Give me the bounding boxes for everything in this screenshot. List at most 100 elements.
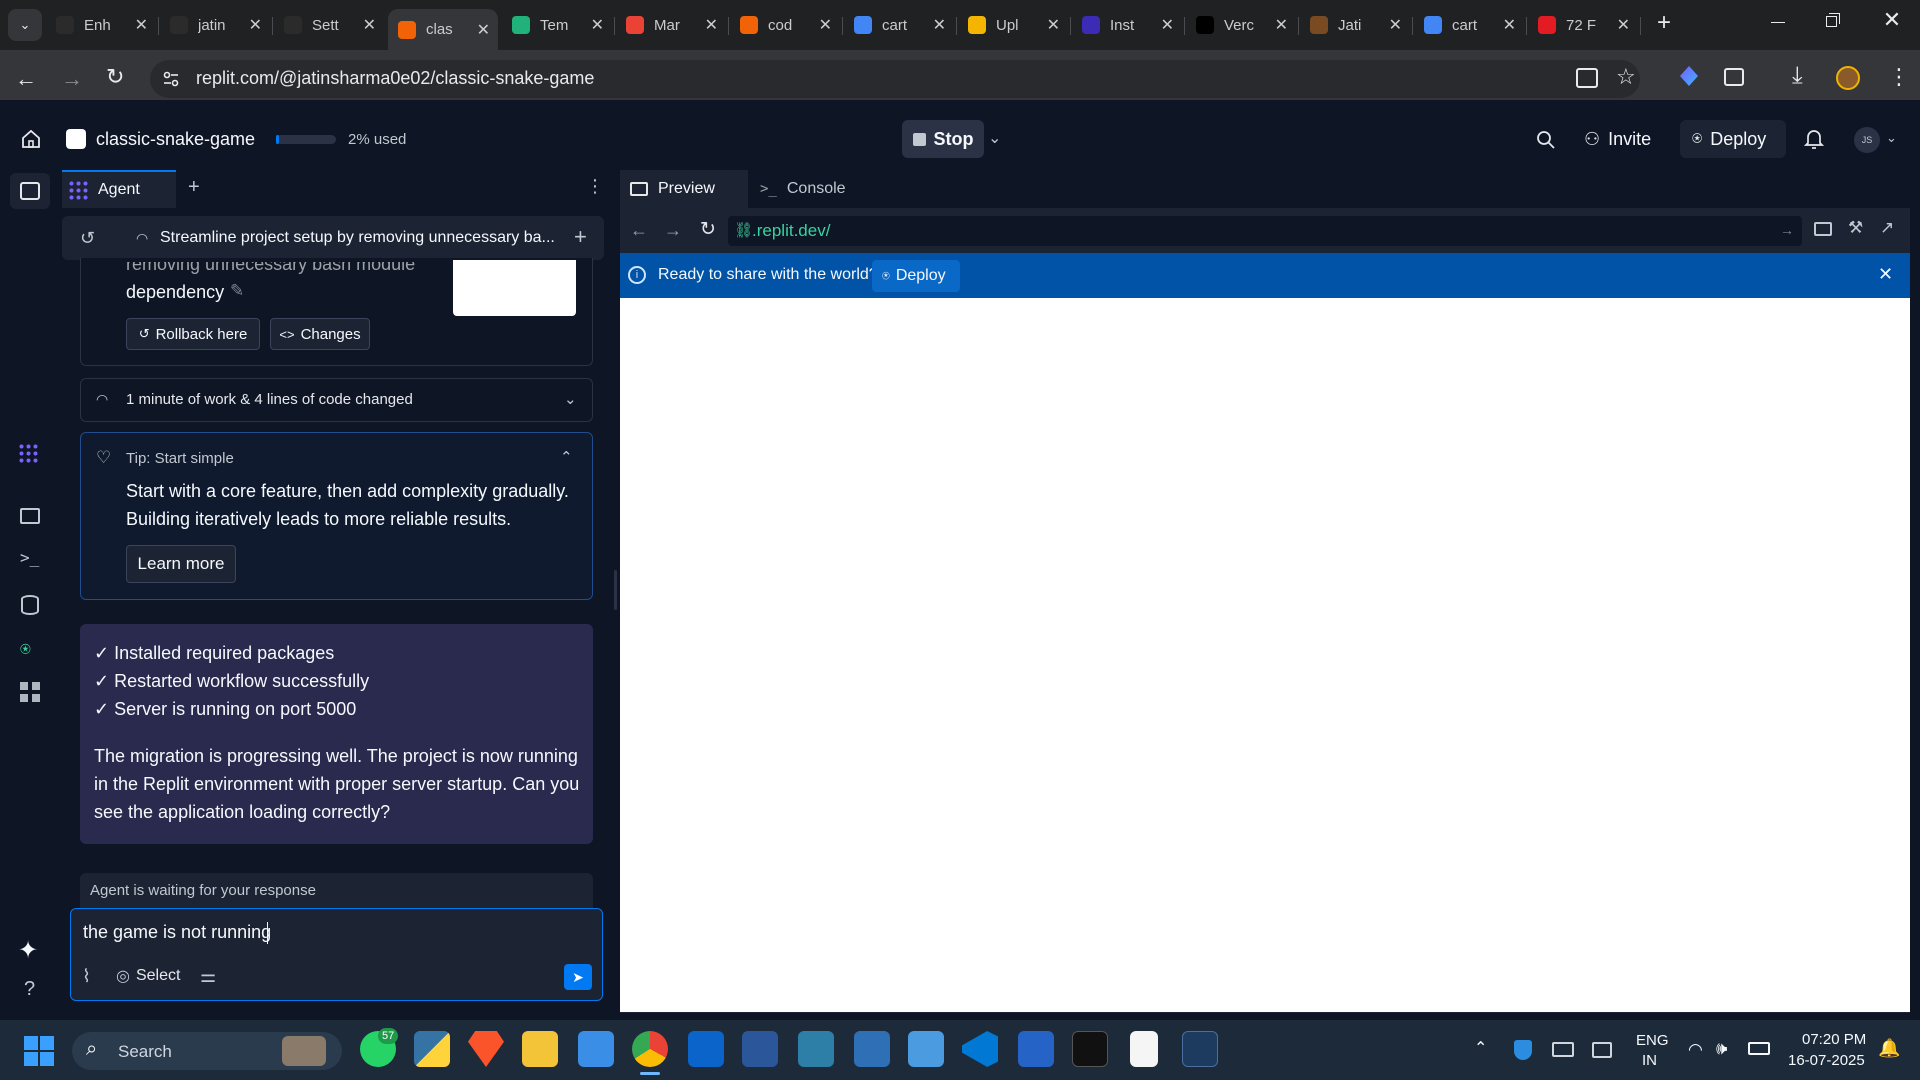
learn-more-button[interactable]: Learn more xyxy=(126,545,236,583)
project-name[interactable]: classic-snake-game xyxy=(96,129,255,150)
mysql-icon[interactable] xyxy=(1182,1031,1218,1067)
close-tab-icon[interactable]: ✕ xyxy=(1389,15,1402,35)
minimize-button[interactable] xyxy=(1766,10,1790,34)
browser-tab[interactable]: cart ✕ xyxy=(1414,9,1524,41)
pane-resize-handle[interactable] xyxy=(614,570,617,610)
new-tab-button[interactable]: + xyxy=(1652,11,1676,36)
close-tab-icon[interactable]: ✕ xyxy=(1617,15,1630,35)
language-line-2[interactable]: IN xyxy=(1642,1052,1657,1069)
close-tab-icon[interactable]: ✕ xyxy=(135,15,148,35)
close-window-button[interactable]: ✕ xyxy=(1880,8,1904,32)
browser-tab[interactable]: clas ✕ xyxy=(388,9,498,50)
changes-button[interactable]: <> Changes xyxy=(270,318,370,350)
touchpad-icon[interactable] xyxy=(1592,1042,1612,1058)
devices-icon[interactable] xyxy=(1814,222,1832,236)
preview-webview[interactable] xyxy=(620,298,1910,1012)
new-tab-plus-icon[interactable]: + xyxy=(188,176,200,199)
snipping-tool-icon[interactable] xyxy=(908,1031,944,1067)
deployments-rail-icon[interactable]: ⍟ xyxy=(20,639,31,660)
close-tab-icon[interactable]: ✕ xyxy=(1503,15,1516,35)
apps-grid-rail-icon[interactable] xyxy=(20,682,40,702)
back-icon[interactable]: ← xyxy=(15,66,37,92)
rollback-button[interactable]: ↺ Rollback here xyxy=(126,318,260,350)
shell-rail-icon[interactable]: >_ xyxy=(20,548,39,567)
restore-button[interactable] xyxy=(1822,12,1842,32)
attach-paperclip-icon[interactable]: ⌇ xyxy=(82,966,91,987)
windows-start-icon[interactable] xyxy=(24,1036,54,1066)
close-tab-icon[interactable]: ✕ xyxy=(933,15,946,35)
agent-rail-icon[interactable] xyxy=(18,443,40,465)
downloads-icon[interactable]: ⤓ xyxy=(1792,62,1803,90)
preview-forward-icon[interactable]: → xyxy=(664,220,682,241)
blank-file-icon[interactable] xyxy=(1130,1031,1158,1067)
tab-console[interactable]: >_ Console xyxy=(748,170,880,208)
tab-preview[interactable]: Preview xyxy=(620,170,746,208)
close-tab-icon[interactable]: ✕ xyxy=(705,15,718,35)
sidebar-toggle-icon[interactable] xyxy=(20,182,40,200)
close-tab-icon[interactable]: ✕ xyxy=(819,15,832,35)
keyboard-icon[interactable] xyxy=(1552,1042,1574,1057)
browser-tab[interactable]: jatin ✕ xyxy=(160,9,270,41)
help-icon[interactable]: ? xyxy=(24,978,35,1001)
notifications-bell-icon[interactable] xyxy=(1804,128,1824,150)
select-element-button[interactable]: ◎ Select xyxy=(116,966,180,986)
agent-tab[interactable]: Agent xyxy=(62,170,176,208)
browser-tab[interactable]: Mar ✕ xyxy=(616,9,726,41)
profile-avatar[interactable] xyxy=(1836,66,1860,90)
chrome-menu-icon[interactable]: ⋮ xyxy=(1888,64,1910,90)
browser-tab[interactable]: Upl ✕ xyxy=(958,9,1068,41)
tray-overflow-chevron-icon[interactable]: ⌃ xyxy=(1474,1038,1487,1058)
banner-close-icon[interactable]: ✕ xyxy=(1878,264,1893,285)
close-tab-icon[interactable]: ✕ xyxy=(249,15,262,35)
word-icon[interactable] xyxy=(742,1031,778,1067)
send-button[interactable]: ➤ xyxy=(564,964,592,990)
run-options-chevron-icon[interactable]: ⌄ xyxy=(988,128,1001,148)
home-icon[interactable] xyxy=(20,128,42,150)
mobile-connect-icon[interactable] xyxy=(798,1031,834,1067)
close-tab-icon[interactable]: ✕ xyxy=(1161,15,1174,35)
terminal-app-icon[interactable] xyxy=(1072,1031,1108,1067)
close-tab-icon[interactable]: ✕ xyxy=(591,15,604,35)
python-app-icon[interactable] xyxy=(414,1031,450,1067)
battery-icon[interactable] xyxy=(1748,1042,1770,1055)
browser-tab[interactable]: cart ✕ xyxy=(844,9,954,41)
security-shield-icon[interactable] xyxy=(1514,1040,1532,1060)
new-checkpoint-plus-icon[interactable]: + xyxy=(574,224,587,250)
notepad-icon[interactable] xyxy=(578,1031,614,1067)
settings-sliders-icon[interactable]: ⚌ xyxy=(200,966,216,987)
browser-tab[interactable]: Sett ✕ xyxy=(274,9,384,41)
browser-tab[interactable]: cod ✕ xyxy=(730,9,840,41)
sparkle-icon[interactable]: ✦ xyxy=(18,936,38,965)
preview-reload-icon[interactable]: ↻ xyxy=(700,218,716,241)
file-explorer-icon[interactable] xyxy=(522,1031,558,1067)
browser-tab[interactable]: Tem ✕ xyxy=(502,9,612,41)
close-tab-icon[interactable]: ✕ xyxy=(1047,15,1060,35)
user-menu-chevron-icon[interactable]: ⌄ xyxy=(1886,130,1897,146)
install-app-icon[interactable] xyxy=(1576,68,1598,88)
preview-back-icon[interactable]: ← xyxy=(630,220,648,241)
wifi-icon[interactable]: ◠ xyxy=(1688,1040,1703,1060)
chrome-icon[interactable] xyxy=(632,1031,668,1067)
clock-time[interactable]: 07:20 PM xyxy=(1802,1031,1866,1048)
browser-tab[interactable]: Jati ✕ xyxy=(1300,9,1410,41)
bookmark-star-icon[interactable]: ☆ xyxy=(1616,64,1636,90)
devtools-wrench-icon[interactable]: ⚒ xyxy=(1848,218,1863,238)
forward-icon[interactable]: → xyxy=(61,66,83,92)
collapse-chevron-icon[interactable]: ⌃ xyxy=(560,448,573,466)
stop-button[interactable]: Stop xyxy=(902,120,984,158)
close-tab-icon[interactable]: ✕ xyxy=(1275,15,1288,35)
site-info-icon[interactable] xyxy=(162,70,180,88)
close-tab-icon[interactable]: ✕ xyxy=(477,20,490,40)
tab-search-button[interactable]: ⌄ xyxy=(8,9,42,41)
invite-button[interactable]: ⚇ Invite xyxy=(1578,120,1680,158)
notification-center-icon[interactable]: 🔔 xyxy=(1878,1038,1900,1059)
history-icon[interactable]: ↺ xyxy=(80,228,95,249)
agent-menu-icon[interactable]: ⋮ xyxy=(586,176,604,197)
checkpoint-title[interactable]: Streamline project setup by removing unn… xyxy=(160,229,555,247)
deploy-button[interactable]: ⍟ Deploy xyxy=(1680,120,1786,158)
browser-tab[interactable]: Verc ✕ xyxy=(1186,9,1296,41)
browser-tab[interactable]: 72 F ✕ xyxy=(1528,9,1638,41)
webview-rail-icon[interactable] xyxy=(20,508,40,524)
photos-icon[interactable] xyxy=(854,1031,890,1067)
checkpoint-screenshot-thumbnail[interactable] xyxy=(453,260,576,316)
